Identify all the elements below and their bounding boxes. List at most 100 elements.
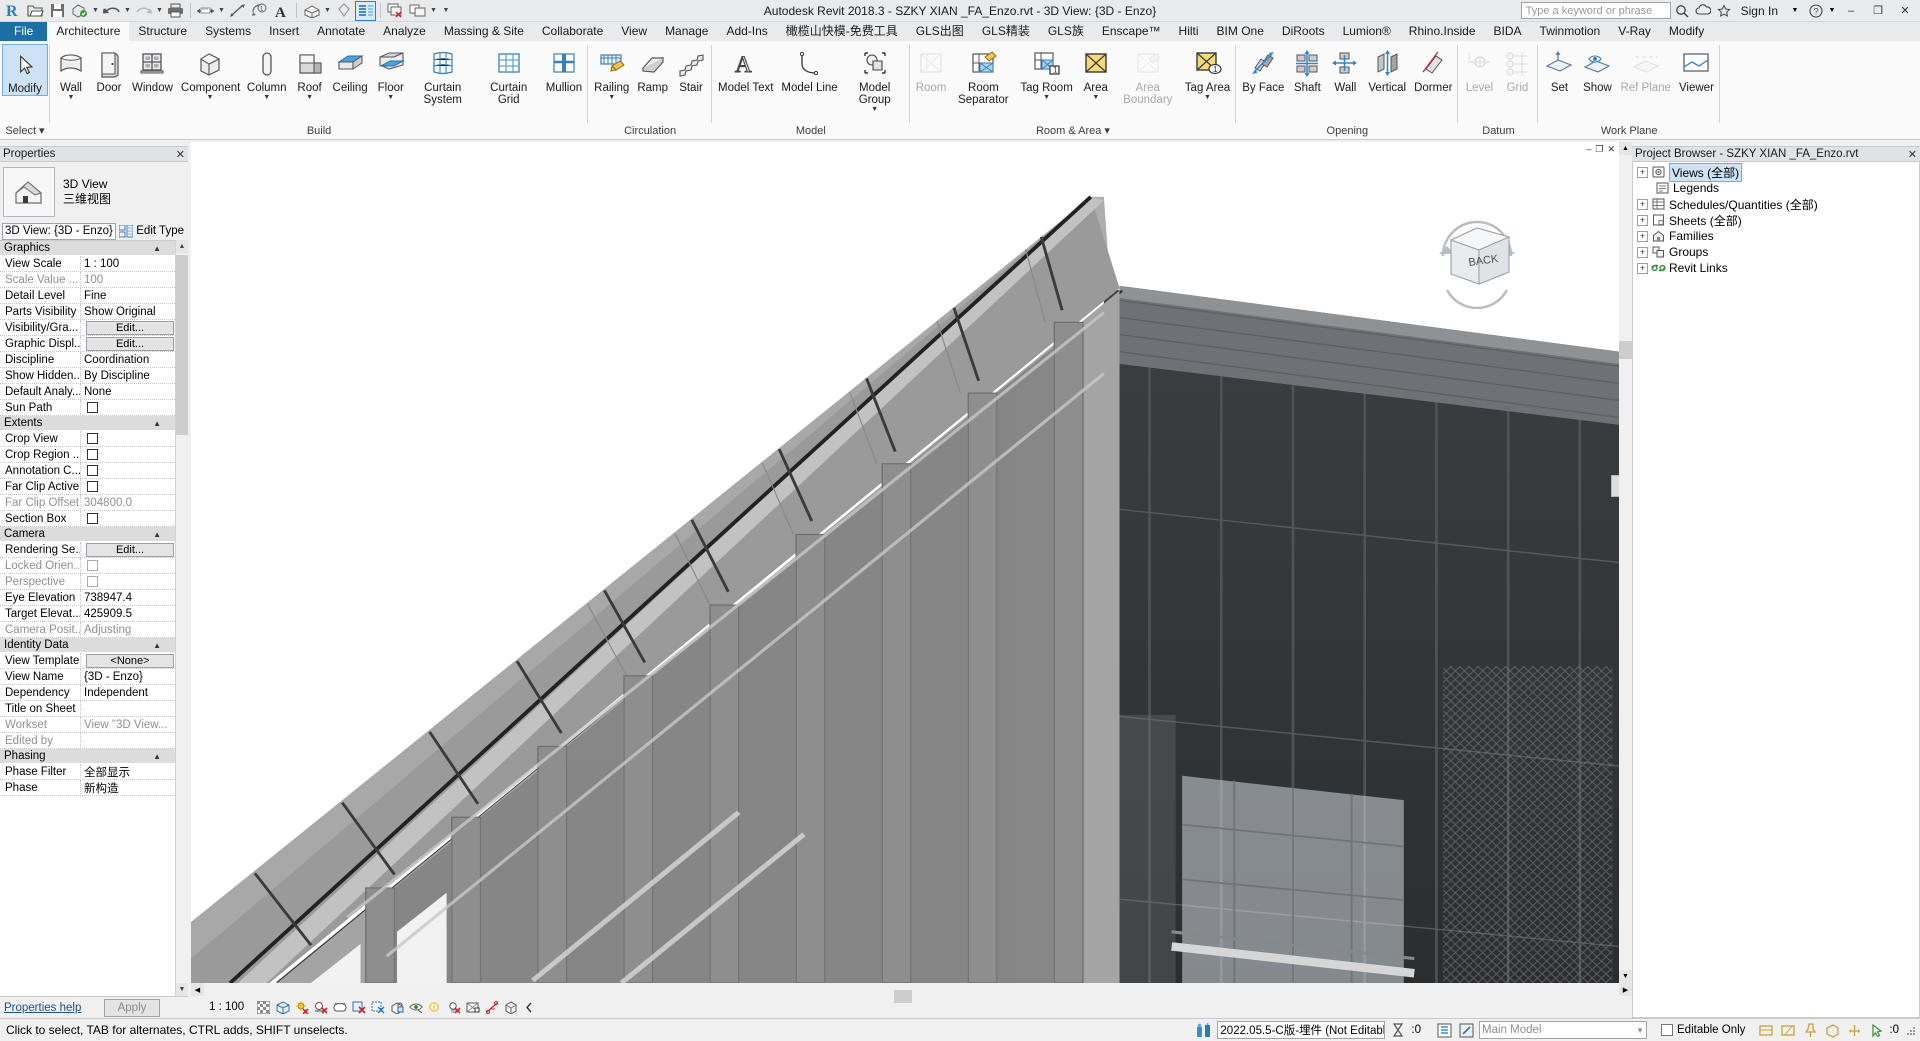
ribbon-tab-analyze[interactable]: Analyze bbox=[374, 22, 435, 41]
redo-icon[interactable] bbox=[133, 1, 154, 21]
chevron-down-icon[interactable]: ▼ bbox=[871, 106, 878, 113]
lock-3d-view-icon[interactable] bbox=[389, 1000, 404, 1015]
property-value-cell[interactable]: 1 : 100 bbox=[80, 255, 175, 272]
select-underlay-icon[interactable] bbox=[1779, 1021, 1797, 1039]
show-workplane-button[interactable]: Show bbox=[1578, 44, 1616, 94]
worksharing-display-icon[interactable] bbox=[503, 1000, 518, 1015]
scroll-thumb[interactable] bbox=[176, 255, 188, 435]
visual-style-icon[interactable] bbox=[275, 1000, 290, 1015]
expand-toggle-icon[interactable]: + bbox=[1637, 198, 1648, 210]
wall-button[interactable]: Wall ▼ bbox=[52, 44, 90, 101]
property-group-camera[interactable]: Camera ▲ bbox=[0, 527, 175, 542]
shadows-off-icon[interactable] bbox=[313, 1000, 328, 1015]
navigation-bar-handle[interactable] bbox=[1611, 475, 1619, 497]
ribbon-tab-view[interactable]: View bbox=[612, 22, 656, 41]
property-row[interactable]: Title on Sheet bbox=[0, 700, 175, 717]
property-row[interactable]: Phase Filter 全部显示 bbox=[0, 763, 175, 780]
ribbon-tab-annotate[interactable]: Annotate bbox=[308, 22, 374, 41]
property-row[interactable]: Far Clip Offset 304800.0 bbox=[0, 494, 175, 511]
property-edit-button[interactable]: Edit... bbox=[86, 542, 174, 557]
property-value-cell[interactable] bbox=[80, 557, 175, 574]
detail-level-icon[interactable] bbox=[256, 1000, 271, 1015]
show-crop-region-icon[interactable] bbox=[370, 1000, 385, 1015]
door-button[interactable]: Door bbox=[90, 44, 128, 94]
property-value-cell[interactable]: 新构造 bbox=[80, 779, 175, 796]
property-value-cell[interactable]: 304800.0 bbox=[80, 494, 175, 511]
browser-node-families[interactable]: + Families bbox=[1633, 228, 1919, 244]
filter-hourglass-icon[interactable] bbox=[1389, 1021, 1407, 1039]
editable-only-checkbox[interactable] bbox=[1661, 1024, 1673, 1036]
star-icon[interactable] bbox=[1714, 1, 1734, 21]
select-links-icon[interactable] bbox=[1757, 1021, 1775, 1039]
property-row[interactable]: Dependency Independent bbox=[0, 684, 175, 701]
scroll-up-icon[interactable]: ▲ bbox=[176, 240, 188, 253]
model-text-button[interactable]: A Model Text bbox=[714, 44, 777, 94]
property-row[interactable]: Phase 新构造 bbox=[0, 779, 175, 796]
tag-room-button[interactable]: 1 Tag Room ▼ bbox=[1016, 44, 1076, 101]
property-value-cell[interactable]: Adjusting bbox=[80, 621, 175, 638]
maximize-button[interactable]: ❐ bbox=[1865, 0, 1891, 21]
ribbon-tab-architecture[interactable]: Architecture bbox=[47, 22, 130, 41]
ribbon-tab-bida[interactable]: BIDA bbox=[1485, 22, 1531, 41]
property-value-cell[interactable]: View "3D View... bbox=[80, 716, 175, 733]
browser-node-revit-links[interactable]: + Revit Links bbox=[1633, 260, 1919, 276]
ribbon-tab-collaborate[interactable]: Collaborate bbox=[533, 22, 612, 41]
minimize-button[interactable]: – bbox=[1838, 0, 1864, 21]
property-edit-button[interactable]: <None> bbox=[86, 653, 174, 668]
property-value-cell[interactable]: {3D - Enzo} bbox=[80, 668, 175, 685]
apply-button[interactable]: Apply bbox=[104, 998, 160, 1017]
property-row[interactable]: View Scale 1 : 100 bbox=[0, 255, 175, 272]
stair-button[interactable]: Stair bbox=[672, 44, 710, 94]
property-row[interactable]: Workset View "3D View... bbox=[0, 716, 175, 733]
property-row[interactable]: Crop Region ... bbox=[0, 446, 175, 463]
chevron-up-icon[interactable]: ▲ bbox=[153, 530, 161, 539]
view-close-button[interactable]: ✕ bbox=[1607, 144, 1615, 155]
property-value-cell[interactable] bbox=[80, 462, 175, 479]
view-vertical-scrollbar[interactable]: ▲ ▼ bbox=[1619, 142, 1632, 983]
property-value-cell[interactable]: Independent bbox=[80, 684, 175, 701]
property-value-cell[interactable]: None bbox=[80, 383, 175, 400]
ribbon-tab-enscape[interactable]: Enscape™ bbox=[1093, 22, 1170, 41]
chevron-down-icon[interactable]: ▼ bbox=[1043, 94, 1050, 101]
search-icon[interactable] bbox=[1672, 1, 1692, 21]
browser-node-legends[interactable]: Legends bbox=[1633, 180, 1919, 196]
property-checkbox[interactable] bbox=[87, 576, 98, 587]
undo-dropdown-icon[interactable]: ▼ bbox=[123, 1, 132, 21]
view-horizontal-scrollbar[interactable]: ◀ ▶ bbox=[191, 983, 1632, 1003]
switch-windows-dropdown-icon[interactable]: ▼ bbox=[429, 1, 438, 21]
property-group-graphics[interactable]: Graphics ▲ bbox=[0, 241, 175, 256]
type-selector-combo[interactable]: 3D View: {3D - Enzo} ▼ bbox=[2, 222, 117, 240]
floor-button[interactable]: Floor ▼ bbox=[372, 44, 410, 101]
expand-toggle-icon[interactable]: + bbox=[1637, 166, 1648, 178]
section-icon[interactable] bbox=[333, 1, 354, 21]
scroll-down-icon[interactable]: ▼ bbox=[176, 983, 188, 996]
save-icon[interactable] bbox=[47, 1, 68, 21]
property-row[interactable]: Discipline Coordination bbox=[0, 351, 175, 368]
property-group-phasing[interactable]: Phasing ▲ bbox=[0, 749, 175, 764]
view-scroll-left-icon[interactable]: ◀ bbox=[191, 983, 204, 996]
temporary-hide-isolate-icon[interactable] bbox=[408, 1000, 423, 1015]
mullion-button[interactable]: Mullion bbox=[542, 44, 586, 94]
property-group-identity-data[interactable]: Identity Data ▲ bbox=[0, 638, 175, 653]
property-group-extents[interactable]: Extents ▲ bbox=[0, 416, 175, 431]
model-group-button[interactable]: Model Group ▼ bbox=[842, 44, 908, 113]
property-value-cell[interactable] bbox=[80, 573, 175, 590]
property-value-cell[interactable] bbox=[80, 700, 175, 717]
area-button[interactable]: Area ▼ bbox=[1077, 44, 1115, 101]
property-row[interactable]: Show Hidden... By Discipline bbox=[0, 367, 175, 384]
constraints-icon[interactable] bbox=[484, 1000, 499, 1015]
property-row[interactable]: Parts Visibility Show Original bbox=[0, 303, 175, 320]
column-button[interactable]: Column ▼ bbox=[243, 44, 291, 101]
workset-selector[interactable]: 2022.05.5-C版-埋件 (Not Editabl ▼ bbox=[1217, 1021, 1386, 1039]
analytical-model-icon[interactable] bbox=[465, 1000, 480, 1015]
wall-opening-button[interactable]: Wall bbox=[1326, 44, 1364, 94]
property-row[interactable]: Target Elevat... 425909.5 bbox=[0, 605, 175, 622]
help-icon[interactable]: ? bbox=[1806, 1, 1826, 21]
property-row[interactable]: View Name {3D - Enzo} bbox=[0, 668, 175, 685]
chevron-down-icon[interactable]: ▼ bbox=[206, 94, 213, 101]
property-row[interactable]: Perspective bbox=[0, 573, 175, 590]
property-checkbox[interactable] bbox=[87, 560, 98, 571]
select-by-face-icon[interactable] bbox=[1823, 1021, 1841, 1039]
curtain-grid-button[interactable]: Curtain Grid bbox=[476, 44, 542, 106]
help-dropdown-icon[interactable]: ▼ bbox=[1827, 1, 1837, 21]
